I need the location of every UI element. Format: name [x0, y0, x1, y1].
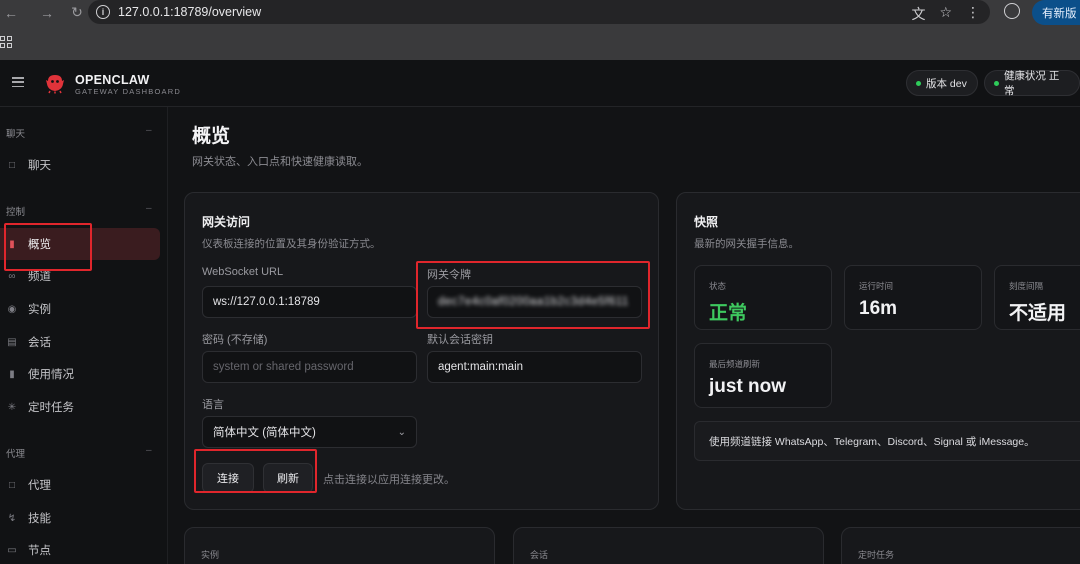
session-key-input[interactable]: agent:main:main: [427, 351, 642, 383]
stat-status: 状态 正常: [694, 265, 832, 330]
loader-icon: ✳: [7, 401, 17, 413]
card-subtitle: 最新的网关握手信息。: [694, 238, 799, 250]
bar-chart-icon: ▮: [9, 368, 15, 380]
card-title: 网关访问: [202, 215, 251, 229]
address-bar[interactable]: i 127.0.0.1:18789/overview 文 ☆ ⋮: [88, 0, 990, 24]
chat-icon: □: [8, 159, 16, 171]
monitor-icon: ▭: [7, 544, 17, 556]
main-content: 概览 网关状态、入口点和快速健康读取。 网关访问 仪表板连接的位置及其身份验证方…: [168, 107, 1080, 564]
more-dots-icon[interactable]: ⋮: [966, 4, 980, 24]
language-select[interactable]: 简体中文 (简体中文) ⌄: [202, 416, 417, 448]
sidebar: 聊天 – □ 聊天 控制 – ▮ 概览 ∞ 频道 ◉ 实例 ▤ 会话 ▮ 使用情…: [0, 107, 168, 564]
bookmark-star-icon[interactable]: ☆: [939, 4, 952, 24]
link-icon: ∞: [8, 270, 16, 282]
folder-icon: □: [8, 479, 16, 491]
health-badge: 健康状况 正常: [984, 70, 1080, 97]
session-key-label: 默认会话密钥: [427, 334, 493, 346]
language-label: 语言: [202, 399, 224, 411]
collapse-icon[interactable]: –: [146, 445, 152, 456]
stat-tick-interval: 刻度间隔 不适用: [994, 265, 1080, 330]
sidebar-item-chat[interactable]: □ 聊天: [0, 149, 160, 181]
websocket-url-label: WebSocket URL: [202, 266, 284, 278]
sidebar-section-chat: 聊天: [6, 129, 26, 140]
sidebar-item-usage[interactable]: ▮ 使用情况: [0, 358, 160, 390]
highlight-box: [4, 223, 92, 271]
sidebar-item-sessions[interactable]: ▤ 会话: [0, 326, 160, 358]
sidebar-item-cron[interactable]: ✳ 定时任务: [0, 391, 160, 423]
broadcast-icon: ◉: [7, 303, 17, 315]
collapse-icon[interactable]: –: [146, 125, 152, 136]
translate-icon[interactable]: 文: [911, 4, 925, 24]
document-icon: ▤: [7, 336, 17, 348]
page-subtitle: 网关状态、入口点和快速健康读取。: [192, 156, 368, 168]
collapse-icon[interactable]: –: [146, 203, 152, 214]
password-input[interactable]: system or shared password: [202, 351, 417, 383]
highlight-box: [416, 261, 650, 329]
forward-icon[interactable]: →: [36, 2, 58, 24]
menu-icon[interactable]: [12, 77, 24, 87]
sidebar-section-agents: 代理: [6, 449, 26, 460]
apps-grid-icon[interactable]: [0, 36, 12, 48]
browser-chrome: ← → ↻ i 127.0.0.1:18789/overview 文 ☆ ⋮ 有…: [0, 0, 1080, 60]
page-title: 概览: [192, 126, 231, 147]
browser-update-button[interactable]: 有新版: [1032, 0, 1080, 25]
stat-last-channel-refresh: 最后频道刷新 just now: [694, 343, 832, 408]
url-text[interactable]: 127.0.0.1:18789/overview: [118, 5, 261, 19]
zap-icon: ↯: [7, 512, 17, 524]
sidebar-item-instances[interactable]: ◉ 实例: [0, 293, 160, 325]
sidebar-item-nodes[interactable]: ▭ 节点: [0, 534, 160, 564]
snapshot-card: 快照 最新的网关握手信息。 状态 正常 运行时间 16m 刻度间隔 不适用 最后…: [676, 192, 1080, 510]
status-dot-icon: [916, 80, 921, 86]
card-title: 快照: [694, 215, 719, 229]
version-badge: 版本 dev: [906, 70, 978, 96]
profile-icon[interactable]: [1004, 3, 1020, 19]
sidebar-item-agents[interactable]: □ 代理: [0, 469, 160, 501]
site-info-icon[interactable]: i: [96, 5, 110, 19]
connect-hint: 点击连接以应用连接更改。: [323, 474, 455, 486]
password-label: 密码 (不存储): [202, 334, 268, 346]
back-icon[interactable]: ←: [0, 2, 22, 24]
app-header: OPENCLAW GATEWAY DASHBOARD 版本 dev 健康状况 正…: [0, 60, 1080, 107]
card-subtitle: 仪表板连接的位置及其身份验证方式。: [202, 238, 381, 250]
channels-note: 使用频道链接 WhatsApp、Telegram、Discord、Signal …: [694, 421, 1080, 461]
sidebar-item-skills[interactable]: ↯ 技能: [0, 502, 160, 534]
status-dot-icon: [994, 80, 999, 86]
websocket-url-input[interactable]: ws://127.0.0.1:18789: [202, 286, 417, 318]
openclaw-logo: [46, 75, 64, 94]
reload-icon[interactable]: ↻: [66, 2, 88, 24]
sessions-card: 会话: [513, 527, 824, 564]
brand-name: OPENCLAW: [75, 73, 150, 87]
sidebar-section-control: 控制: [6, 207, 26, 218]
instances-card: 实例: [184, 527, 495, 564]
highlight-box: [194, 449, 317, 493]
stat-uptime: 运行时间 16m: [844, 265, 982, 330]
chevron-down-icon: ⌄: [397, 427, 406, 438]
cron-card: 定时任务: [841, 527, 1080, 564]
brand-subtitle: GATEWAY DASHBOARD: [75, 87, 181, 96]
